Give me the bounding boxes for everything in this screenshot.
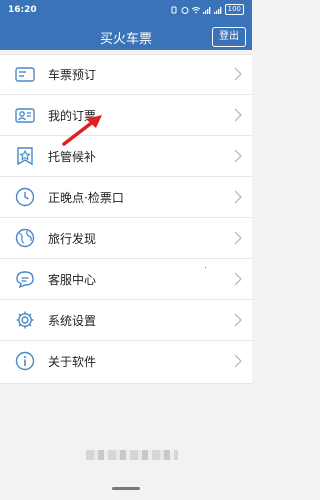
menu-item-label: 车票预订	[48, 68, 97, 82]
menu-item-my-orders[interactable]: 我的订票	[0, 96, 252, 136]
menu-item-travel-discovery[interactable]: 旅行发现	[0, 219, 252, 259]
menu-item-settings[interactable]: 系统设置	[0, 301, 252, 341]
chevron-right-icon	[234, 67, 242, 81]
chevron-right-icon	[234, 190, 242, 204]
menu-item-label: 系统设置	[48, 314, 97, 328]
chevron-right-icon	[234, 354, 242, 368]
logout-button[interactable]: 登出	[212, 27, 246, 47]
stray-dot	[205, 267, 206, 268]
menu-item-train-status[interactable]: 正晚点·检票口	[0, 178, 252, 218]
home-indicator[interactable]	[112, 487, 140, 490]
menu-item-label: 客服中心	[48, 273, 97, 287]
signal-icon	[202, 6, 210, 14]
menu-item-about[interactable]: 关于软件	[0, 342, 252, 382]
battery-indicator: 100	[224, 4, 244, 15]
vibrate-icon	[171, 6, 177, 13]
alarm-icon	[181, 6, 189, 14]
gear-icon	[16, 311, 34, 329]
chat-icon	[16, 271, 34, 289]
main-menu: 车票预订 我的订票 托管候补 正晚点·检票口 旅行发现 客服中心 系统设置 关于…	[0, 54, 252, 384]
menu-item-label: 我的订票	[48, 109, 97, 123]
status-bar: 16:20 100	[0, 0, 252, 22]
menu-item-ticket-booking[interactable]: 车票预订	[0, 55, 252, 95]
clock-icon	[15, 187, 35, 207]
signal-icon-2	[213, 6, 221, 14]
chevron-right-icon	[234, 108, 242, 122]
chevron-right-icon	[234, 313, 242, 327]
menu-item-label: 正晚点·检票口	[48, 191, 124, 205]
wifi-icon	[191, 6, 200, 13]
menu-item-label: 托管候补	[48, 150, 97, 164]
profile-card-icon	[15, 108, 35, 123]
chevron-right-icon	[234, 272, 242, 286]
star-shield-icon	[17, 147, 33, 166]
menu-item-label: 关于软件	[48, 355, 97, 369]
globe-icon	[15, 228, 35, 248]
chevron-right-icon	[234, 231, 242, 245]
redacted-watermark	[86, 450, 178, 460]
status-icons: 100	[170, 4, 244, 15]
ticket-icon	[15, 67, 35, 82]
menu-item-waitlist[interactable]: 托管候补	[0, 137, 252, 177]
menu-item-label: 旅行发现	[48, 232, 97, 246]
header-bar: 买火车票 登出	[0, 22, 252, 50]
info-icon	[15, 351, 35, 371]
status-time: 16:20	[8, 5, 37, 15]
menu-item-customer-service[interactable]: 客服中心	[0, 260, 252, 300]
chevron-right-icon	[234, 149, 242, 163]
